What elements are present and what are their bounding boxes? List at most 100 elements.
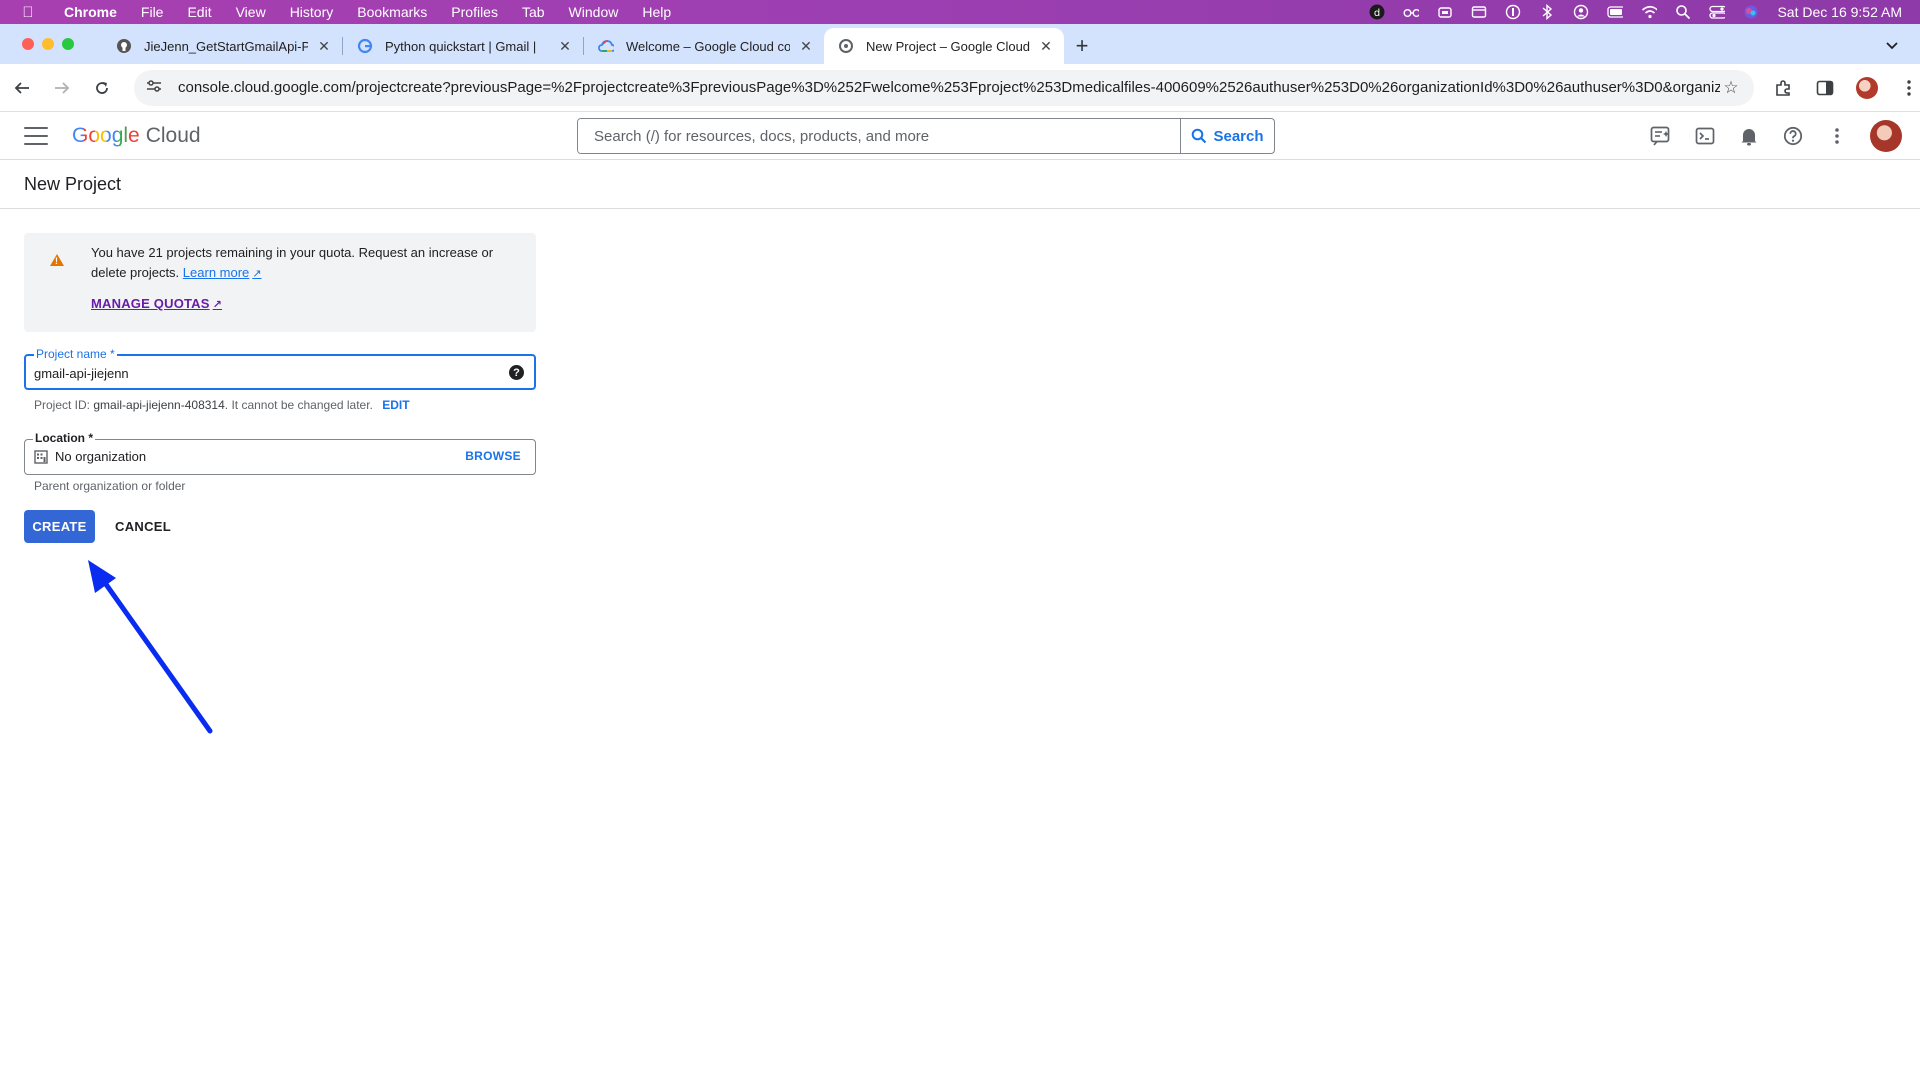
close-tab-icon[interactable]: ✕ (316, 38, 332, 55)
project-name-label: Project name * (34, 347, 117, 361)
zoom-window-button[interactable] (62, 38, 74, 50)
new-tab-button[interactable]: + (1064, 28, 1100, 64)
header-actions (1650, 118, 1902, 154)
project-id-suffix: . It cannot be changed later. (224, 398, 373, 412)
warning-icon (50, 254, 64, 266)
close-tab-icon[interactable]: ✕ (798, 38, 814, 55)
site-info-icon[interactable] (146, 79, 166, 96)
gemini-chat-icon[interactable] (1650, 125, 1672, 147)
menu-bookmarks[interactable]: Bookmarks (345, 4, 439, 20)
tab-title: Welcome – Google Cloud con (626, 38, 790, 54)
search-button-label: Search (1213, 127, 1264, 145)
menu-tab[interactable]: Tab (510, 4, 557, 20)
external-link-icon: ↗ (252, 268, 262, 280)
tab-search-dropdown-icon[interactable] (1878, 28, 1906, 64)
project-name-input[interactable] (34, 362, 504, 384)
location-value: No organization (55, 449, 147, 464)
help-question-icon[interactable]: ? (509, 365, 524, 380)
menu-window[interactable]: Window (557, 4, 631, 20)
control-center-icon[interactable] (1709, 5, 1726, 19)
siri-icon[interactable] (1743, 5, 1759, 19)
reload-button[interactable] (84, 70, 120, 106)
profile-avatar[interactable] (1856, 76, 1878, 99)
manage-quotas-label: MANAGE QUOTAS (91, 296, 210, 311)
console-search-box: Search (577, 118, 1275, 154)
spotlight-search-icon[interactable] (1675, 5, 1691, 20)
wifi-icon[interactable] (1641, 5, 1658, 19)
window-icon[interactable] (1471, 5, 1487, 19)
external-link-icon: ↗ (212, 299, 223, 311)
google-icon (357, 38, 373, 54)
search-input[interactable] (578, 119, 1180, 153)
address-bar[interactable]: console.cloud.google.com/projectcreate?p… (134, 69, 1754, 106)
tab-github[interactable]: JieJenn_GetStartGmailApi-Py ✕ (102, 28, 342, 64)
macos-menu-bar:  Chrome File Edit View History Bookmark… (0, 0, 1920, 24)
project-id-prefix: Project ID: (34, 398, 91, 412)
page-title-bar: New Project (0, 160, 1920, 209)
user-account-icon[interactable] (1573, 4, 1589, 20)
learn-more-label: Learn more (182, 265, 250, 280)
menu-app-chrome[interactable]: Chrome (52, 4, 129, 20)
forward-button[interactable] (44, 70, 80, 106)
quota-message: You have 21 projects remaining in your q… (91, 243, 511, 284)
cancel-button[interactable]: CANCEL (108, 510, 178, 543)
edit-project-id-link[interactable]: EDIT (382, 398, 409, 412)
menu-file[interactable]: File (129, 4, 176, 20)
organization-building-icon (34, 450, 48, 464)
menubar-clock[interactable]: Sat Dec 16 9:52 AM (1777, 4, 1902, 20)
manage-quotas-link[interactable]: MANAGE QUOTAS ↗ (91, 296, 222, 311)
tab-title: JieJenn_GetStartGmailApi-Py (144, 38, 308, 54)
url-text: console.cloud.google.com/projectcreate?p… (178, 79, 1720, 96)
browser-toolbar: console.cloud.google.com/projectcreate?p… (0, 64, 1920, 112)
d-app-icon[interactable]: d (1369, 4, 1385, 20)
bookmark-star-icon[interactable]: ☆ (1720, 78, 1742, 98)
menu-help[interactable]: Help (630, 4, 683, 20)
search-button[interactable]: Search (1180, 119, 1274, 153)
toolbar-actions (1772, 76, 1920, 99)
tab-python-quickstart[interactable]: Python quickstart | Gmail | ✕ (343, 28, 583, 64)
project-id-helper: Project ID: gmail-api-jiejenn-408314. It… (34, 398, 410, 412)
password-icon[interactable] (1505, 4, 1521, 20)
menubar-status-area: d Sat Dec 16 9:52 AM (1369, 4, 1920, 20)
tab-welcome-google-cloud[interactable]: Welcome – Google Cloud con ✕ (584, 28, 824, 64)
menu-view[interactable]: View (224, 4, 278, 20)
page-title: New Project (24, 173, 122, 194)
google-wordmark: Google (72, 123, 140, 147)
glasses-icon[interactable] (1403, 5, 1420, 19)
chrome-menu-icon[interactable] (1898, 77, 1920, 99)
close-window-button[interactable] (22, 38, 34, 50)
learn-more-link[interactable]: Learn more ↗ (183, 265, 262, 280)
back-button[interactable] (4, 70, 40, 106)
google-cloud-logo[interactable]: Google Cloud (72, 124, 201, 148)
minimize-window-button[interactable] (42, 38, 54, 50)
navigation-menu-icon[interactable] (24, 126, 48, 145)
account-avatar[interactable] (1870, 120, 1902, 152)
tab-title: New Project – Google Cloud c (866, 38, 1030, 54)
extensions-icon[interactable] (1772, 77, 1794, 99)
apple-menu-icon[interactable]:  (18, 4, 38, 21)
browse-button[interactable]: BROWSE (465, 449, 521, 463)
location-field[interactable]: Location * No organization BROWSE (24, 431, 536, 475)
side-panel-icon[interactable] (1814, 77, 1836, 99)
create-button[interactable]: CREATE (24, 510, 95, 543)
close-tab-icon[interactable]: ✕ (557, 38, 573, 55)
battery-icon[interactable] (1607, 5, 1624, 19)
browser-tab-strip: JieJenn_GetStartGmailApi-Py ✕ Python qui… (0, 24, 1920, 64)
quota-warning-banner: You have 21 projects remaining in your q… (24, 233, 536, 332)
cloud-shell-icon[interactable] (1694, 125, 1716, 147)
project-id-value: gmail-api-jiejenn-408314 (93, 398, 225, 412)
google-cloud-icon (598, 38, 614, 54)
close-tab-icon[interactable]: ✕ (1038, 38, 1054, 55)
bluetooth-icon[interactable] (1539, 4, 1555, 20)
more-options-icon[interactable] (1826, 125, 1848, 147)
tab-new-project[interactable]: New Project – Google Cloud c ✕ (824, 28, 1064, 64)
github-icon (116, 38, 132, 54)
menu-history[interactable]: History (278, 4, 346, 20)
svg-text:d: d (1374, 8, 1380, 19)
menu-edit[interactable]: Edit (175, 4, 223, 20)
project-name-field: Project name * ? (24, 347, 536, 390)
help-icon[interactable] (1782, 125, 1804, 147)
notifications-bell-icon[interactable] (1738, 125, 1760, 147)
stack-icon[interactable] (1437, 5, 1453, 19)
menu-profiles[interactable]: Profiles (439, 4, 510, 20)
